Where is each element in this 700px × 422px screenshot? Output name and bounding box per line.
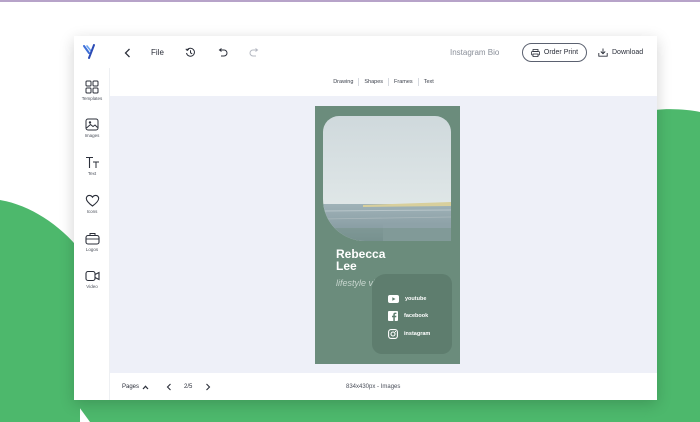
image-icon — [85, 118, 99, 131]
document-title[interactable]: Instagram Bio — [450, 48, 499, 57]
sidebar-item-label: Text — [87, 171, 97, 176]
briefcase-icon — [84, 233, 100, 245]
instagram-icon — [388, 329, 398, 339]
download-label: Download — [612, 49, 644, 56]
next-page-button[interactable] — [205, 383, 211, 393]
sidebar-item-images[interactable]: Images — [74, 118, 110, 150]
sidebar-item-label: Video — [86, 284, 98, 289]
card-photo[interactable] — [323, 116, 451, 241]
sidebar-item-templates[interactable]: Templates — [74, 80, 110, 112]
sidebar-item-icons[interactable]: Icons — [74, 194, 110, 226]
back-button[interactable] — [122, 47, 132, 58]
social-links-box[interactable]: youtube facebook instagram — [372, 274, 452, 354]
sidebar-item-label: Images — [84, 133, 100, 138]
download-icon — [598, 48, 608, 57]
tab-shapes[interactable]: Shapes — [359, 79, 388, 85]
tab-frames[interactable]: Frames — [389, 79, 418, 85]
tab-drawing[interactable]: Drawing — [328, 79, 358, 85]
sidebar-item-label: Icons — [86, 209, 98, 214]
social-label: instagram — [404, 331, 431, 337]
social-row-facebook[interactable]: facebook — [388, 311, 428, 321]
pages-toggle[interactable]: Pages — [122, 384, 149, 390]
youtube-icon — [388, 295, 399, 303]
bottom-bar: Pages 2/5 834x430px - Images — [110, 376, 657, 400]
sidebar-item-video[interactable]: Video — [74, 270, 110, 302]
redo-button[interactable] — [248, 47, 260, 57]
card-name[interactable]: Rebecca Lee — [336, 248, 406, 272]
app-logo[interactable] — [82, 44, 96, 60]
order-print-button[interactable]: Order Print — [522, 43, 587, 62]
design-canvas[interactable]: Rebecca Lee lifestyle vlogs youtube face… — [110, 96, 657, 373]
social-label: facebook — [404, 313, 429, 319]
element-toolbar: Drawing Shapes Frames Text — [110, 72, 657, 92]
left-sidebar: Templates Images Text Icons Logos Video — [74, 68, 110, 400]
tab-text[interactable]: Text — [419, 79, 439, 85]
top-bar: File Instagram Bio Order Print Download — [74, 36, 657, 68]
seascape-image — [323, 116, 451, 241]
sidebar-item-logos[interactable]: Logos — [74, 232, 110, 264]
chevron-right-icon — [206, 383, 211, 391]
pages-label: Pages — [122, 384, 140, 390]
download-button[interactable]: Download — [598, 45, 643, 60]
editor-window: File Instagram Bio Order Print Download … — [74, 36, 657, 400]
chevron-up-icon — [142, 384, 149, 389]
page-counter: 2/5 — [184, 384, 193, 390]
previous-page-button[interactable] — [166, 383, 172, 393]
undo-icon — [218, 47, 227, 56]
sidebar-item-label: Logos — [85, 247, 99, 252]
social-row-youtube[interactable]: youtube — [388, 295, 426, 303]
sidebar-item-text[interactable]: Text — [74, 156, 110, 188]
video-camera-icon — [84, 270, 100, 282]
history-icon — [184, 47, 195, 57]
redo-icon — [249, 47, 258, 56]
heart-icon — [85, 194, 99, 207]
chevron-left-icon — [124, 48, 130, 57]
social-label: youtube — [405, 296, 427, 302]
templates-icon — [85, 80, 99, 94]
facebook-icon — [388, 311, 398, 321]
instagram-bio-card[interactable]: Rebecca Lee lifestyle vlogs youtube face… — [315, 106, 460, 364]
undo-button[interactable] — [216, 47, 228, 57]
sidebar-item-label: Templates — [81, 96, 103, 101]
social-row-instagram[interactable]: instagram — [388, 329, 430, 339]
file-menu[interactable]: File — [151, 48, 164, 57]
canvas-dimensions: 834x430px - Images — [346, 384, 401, 390]
printer-icon — [530, 48, 540, 57]
text-icon — [85, 156, 99, 168]
order-print-label: Order Print — [543, 49, 579, 56]
chevron-left-icon — [166, 383, 171, 391]
history-button[interactable] — [184, 46, 196, 58]
